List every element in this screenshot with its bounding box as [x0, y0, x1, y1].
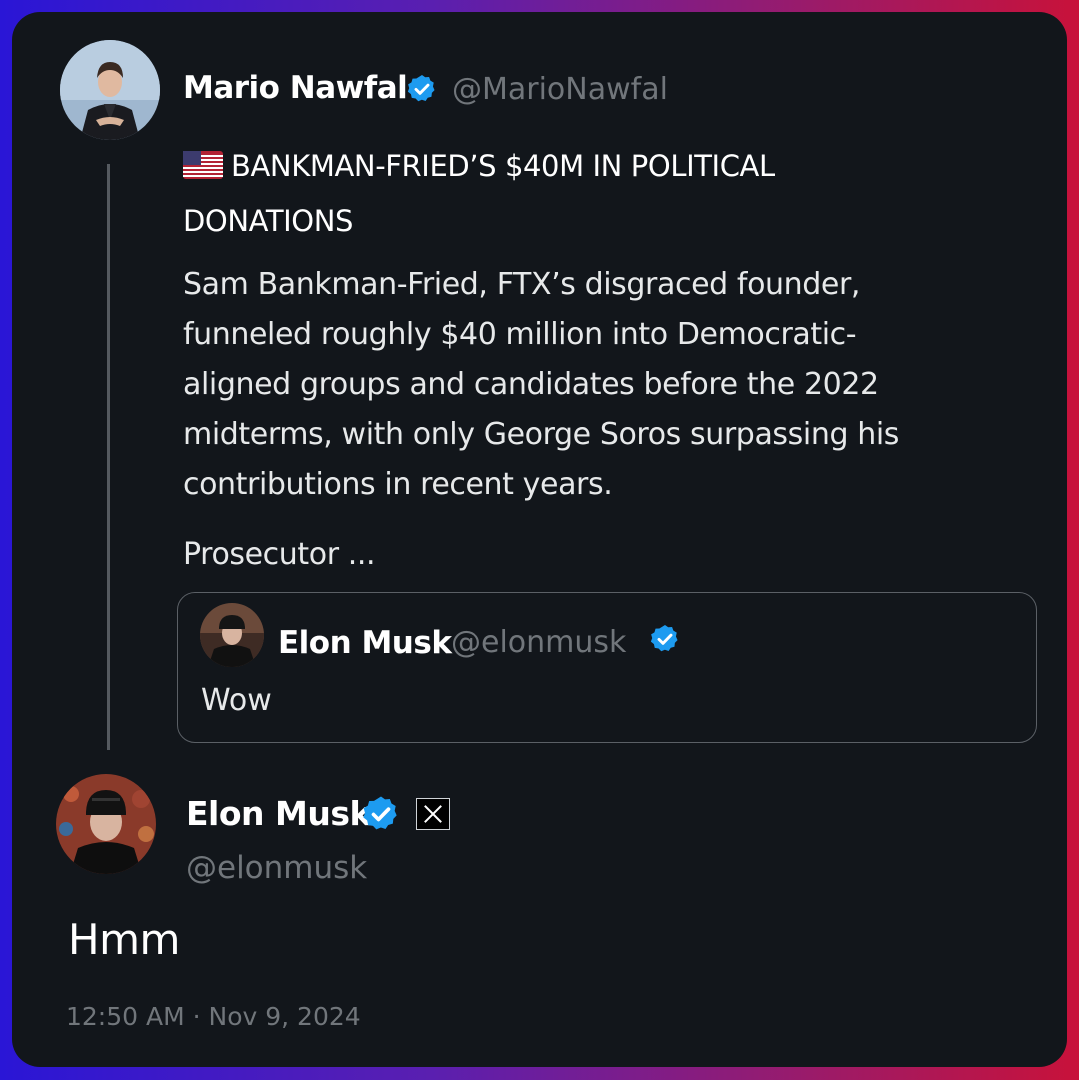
tweet-body: Sam Bankman-Fried, FTX’s disgraced found… — [183, 267, 899, 502]
verified-badge-icon — [649, 623, 681, 659]
author-handle[interactable]: @MarioNawfal — [452, 72, 668, 107]
quoted-author-avatar[interactable] — [200, 603, 264, 667]
headline-text: BANKMAN-FRIED’S $40M IN POLITICAL DONATI… — [183, 149, 775, 238]
quoted-author-handle[interactable]: @elonmusk — [451, 625, 626, 660]
tweet-headline: BANKMAN-FRIED’S $40M IN POLITICAL DONATI… — [183, 140, 883, 247]
truncated-text[interactable]: Prosecutor ... — [183, 530, 376, 580]
verified-badge-icon — [406, 73, 438, 109]
verified-badge-icon — [361, 794, 401, 838]
reply-text: Hmm — [68, 915, 180, 964]
quoted-tweet-text: Wow — [201, 683, 272, 718]
reply-author-avatar[interactable] — [56, 774, 156, 874]
mario-nawfal-avatar[interactable] — [60, 40, 160, 140]
reply-author-name[interactable]: Elon Musk — [186, 794, 371, 833]
us-flag-icon — [183, 143, 223, 195]
quoted-tweet[interactable]: Elon Musk @elonmusk Wow — [177, 592, 1037, 743]
x-logo-icon — [416, 798, 450, 830]
thread-line — [107, 164, 110, 750]
tweet-card: Mario Nawfal @MarioNawfal BANKMAN-FRIED’… — [12, 12, 1067, 1067]
tweet-timestamp[interactable]: 12:50 AM · Nov 9, 2024 — [66, 1002, 361, 1031]
quoted-author-name[interactable]: Elon Musk — [278, 625, 452, 661]
reply-author-handle[interactable]: @elonmusk — [186, 850, 367, 886]
author-name[interactable]: Mario Nawfal — [183, 70, 408, 106]
